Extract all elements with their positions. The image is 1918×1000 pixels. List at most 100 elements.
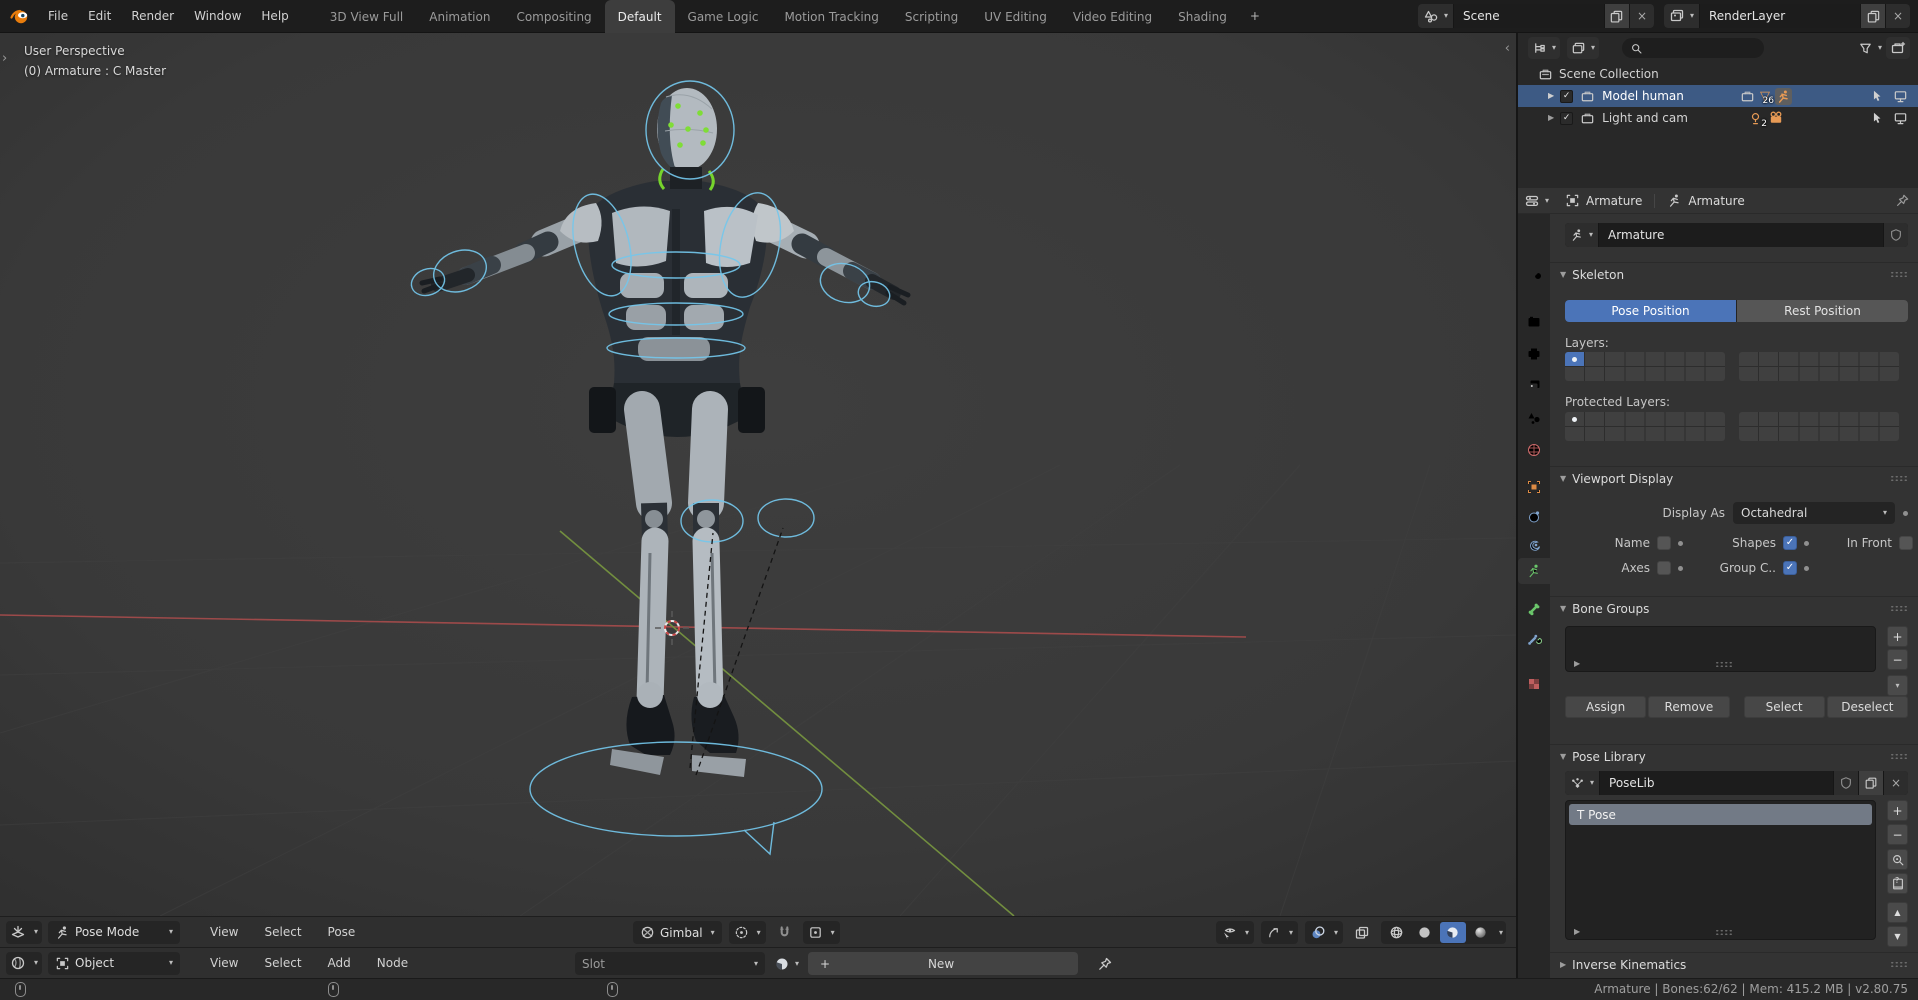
menu-help[interactable]: Help: [251, 0, 298, 33]
in-front-checkbox[interactable]: [1899, 536, 1913, 550]
shapes-checkbox[interactable]: ✓: [1783, 536, 1797, 550]
tab-3d-view-full[interactable]: 3D View Full: [317, 0, 417, 33]
layers-grid-right[interactable]: [1739, 352, 1899, 381]
pose-position-button[interactable]: Pose Position: [1565, 300, 1736, 322]
blender-logo-icon[interactable]: [10, 7, 30, 25]
tab-default[interactable]: Default: [604, 0, 675, 33]
poselib-fake-user-button[interactable]: [1834, 771, 1858, 795]
tab-bone-icon[interactable]: [1518, 596, 1550, 622]
tab-shading[interactable]: Shading: [1165, 0, 1240, 33]
viewport-menu-select[interactable]: Select: [255, 925, 312, 939]
fake-user-button[interactable]: [1884, 223, 1908, 247]
tab-object-icon[interactable]: [1518, 474, 1550, 500]
tab-uv-editing[interactable]: UV Editing: [971, 0, 1060, 33]
viewport-visibility-icon[interactable]: [1893, 89, 1908, 104]
breadcrumb-object-name[interactable]: Armature: [1586, 194, 1642, 208]
gizmos-dropdown[interactable]: ▾: [1260, 921, 1298, 944]
tab-bone-constraints-icon[interactable]: [1518, 626, 1550, 652]
menu-edit[interactable]: Edit: [78, 0, 121, 33]
assign-button[interactable]: Assign: [1565, 696, 1647, 718]
panel-grip-icon[interactable]: [1890, 605, 1908, 612]
shader-menu-select[interactable]: Select: [255, 956, 312, 970]
viewport-visibility-icon[interactable]: [1893, 111, 1908, 126]
deselect-button[interactable]: Deselect: [1826, 696, 1908, 718]
camera-data-icon[interactable]: [1768, 110, 1784, 126]
armature-name-field[interactable]: Armature: [1599, 223, 1883, 247]
list-grip-icon[interactable]: [1714, 928, 1733, 936]
outliner-row-light-and-cam[interactable]: ▶ ✓ Light and cam 2: [1518, 107, 1918, 129]
shader-editor-type-selector[interactable]: ▾: [6, 951, 43, 975]
toolbar-toggle-icon[interactable]: ›: [2, 51, 7, 66]
shading-rendered-button[interactable]: [1468, 922, 1494, 943]
shading-wireframe-button[interactable]: [1384, 922, 1410, 943]
snap-toggle-button[interactable]: [773, 921, 796, 944]
pose-browse-button[interactable]: ?: [1887, 873, 1908, 894]
xray-toggle-button[interactable]: [1350, 921, 1374, 944]
bone-groups-list[interactable]: ▶: [1565, 626, 1876, 672]
layers-grid-left[interactable]: [1565, 352, 1725, 381]
new-collection-button[interactable]: [1886, 37, 1910, 59]
pose-move-down-button[interactable]: ▼: [1887, 926, 1908, 947]
pin-icon[interactable]: [1895, 193, 1910, 208]
editor-type-selector[interactable]: ▾: [6, 920, 43, 944]
armature-browse-button[interactable]: ▾: [1565, 223, 1599, 247]
disclosure-icon[interactable]: ▶: [1548, 92, 1554, 100]
3d-viewport[interactable]: User Perspective (0) Armature : C Master…: [0, 33, 1516, 916]
axes-checkbox[interactable]: [1657, 561, 1671, 575]
animate-dot-icon[interactable]: [1903, 510, 1908, 516]
sidebar-toggle-icon[interactable]: ‹: [1505, 41, 1510, 56]
viewport-menu-pose[interactable]: Pose: [318, 925, 366, 939]
skeleton-panel-header[interactable]: ▼ Skeleton: [1550, 262, 1918, 286]
pose-apply-button[interactable]: [1887, 849, 1908, 870]
mesh-data-icon[interactable]: ▽ 26: [1760, 90, 1774, 106]
snap-settings-dropdown[interactable]: ▾: [802, 921, 840, 944]
select-button[interactable]: Select: [1743, 696, 1825, 718]
outliner-filter-dropdown[interactable]: ▾: [1854, 37, 1886, 59]
outliner-row-scene-collection[interactable]: Scene Collection: [1518, 63, 1918, 85]
shader-menu-add[interactable]: Add: [318, 956, 361, 970]
shader-menu-view[interactable]: View: [200, 956, 248, 970]
mode-dropdown[interactable]: Pose Mode ▾: [48, 920, 181, 944]
shading-dropdown-icon[interactable]: ▾: [1499, 928, 1503, 937]
tab-object-data-icon[interactable]: [1518, 558, 1550, 584]
collection-icon[interactable]: [1740, 89, 1755, 104]
tab-tool-icon[interactable]: [1518, 264, 1550, 290]
tab-animation[interactable]: Animation: [416, 0, 503, 33]
new-material-button[interactable]: + New: [808, 952, 1079, 975]
selectable-pointer-icon[interactable]: [1870, 89, 1884, 103]
remove-button[interactable]: Remove: [1648, 696, 1730, 718]
pose-list-item[interactable]: T Pose: [1569, 804, 1872, 825]
outliner-display-mode-selector[interactable]: ▾: [1567, 37, 1600, 59]
shader-menu-node[interactable]: Node: [367, 956, 418, 970]
render-layer-browse-button[interactable]: ▾: [1663, 4, 1699, 28]
shader-type-dropdown[interactable]: Object ▾: [48, 951, 181, 975]
group-colors-checkbox[interactable]: ✓: [1783, 561, 1797, 575]
bone-groups-panel-header[interactable]: ▼ Bone Groups: [1550, 596, 1918, 620]
panel-grip-icon[interactable]: [1890, 475, 1908, 482]
list-expand-icon[interactable]: ▶: [1574, 660, 1580, 668]
render-layer-remove-button[interactable]: ×: [1886, 4, 1910, 28]
pin-icon[interactable]: [1097, 956, 1113, 972]
light-data-icon[interactable]: 2: [1748, 111, 1767, 129]
render-layer-copy-button[interactable]: [1861, 4, 1885, 28]
render-layer-name[interactable]: RenderLayer: [1700, 4, 1860, 28]
tab-video-editing[interactable]: Video Editing: [1060, 0, 1165, 33]
tab-compositing[interactable]: Compositing: [503, 0, 604, 33]
slot-dropdown[interactable]: Slot ▾: [575, 952, 765, 975]
tab-constraints-icon[interactable]: [1518, 504, 1550, 530]
poselib-browse-button[interactable]: ▾: [1565, 771, 1600, 795]
bone-group-add-button[interactable]: +: [1887, 626, 1908, 647]
protected-grid-left[interactable]: [1565, 412, 1725, 441]
tab-view-layer-icon[interactable]: [1518, 373, 1550, 399]
pivot-point-dropdown[interactable]: ▾: [728, 921, 766, 944]
shading-material-button[interactable]: [1439, 922, 1466, 943]
scene-name[interactable]: Scene: [1453, 4, 1604, 28]
material-browse-button[interactable]: ▾: [774, 956, 799, 972]
viewport-display-panel-header[interactable]: ▼ Viewport Display: [1550, 466, 1918, 490]
bone-group-remove-button[interactable]: −: [1887, 649, 1908, 670]
tab-output-icon[interactable]: [1518, 341, 1550, 367]
display-as-dropdown[interactable]: Octahedral ▾: [1733, 502, 1895, 524]
collection-checkbox[interactable]: ✓: [1560, 111, 1574, 125]
viewport-canvas[interactable]: [0, 33, 1516, 916]
outliner-search-input[interactable]: [1622, 38, 1765, 58]
